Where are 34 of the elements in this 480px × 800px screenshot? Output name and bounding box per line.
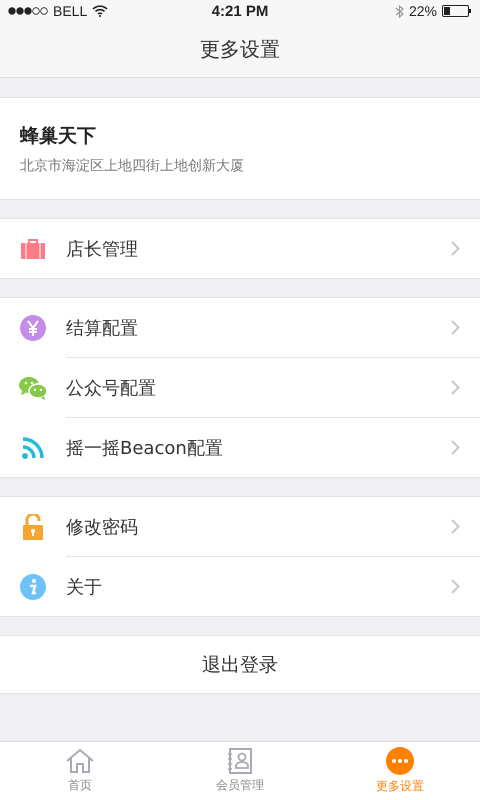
chat-icon <box>19 376 47 400</box>
carrier-name: BELL <box>53 3 88 19</box>
home-icon <box>65 748 95 774</box>
battery-percentage: 22% <box>408 3 437 19</box>
store-address: 北京市海淀区上地四街上地创新大厦 <box>20 156 245 174</box>
bluetooth-icon <box>394 4 404 18</box>
settings-item[interactable]: 公众号配置 <box>66 357 480 417</box>
page-title: 更多设置 <box>200 36 280 63</box>
settings-item[interactable]: 修改密码 <box>0 497 480 556</box>
chevron-icon <box>451 440 460 455</box>
status-time: 4:21 PM <box>212 2 268 20</box>
tab-bar-item[interactable]: 首页 <box>0 742 160 800</box>
logout-button[interactable]: 退出登录 <box>0 635 480 694</box>
tab-bar-item[interactable]: 会员管理 <box>160 742 320 800</box>
contact-book-icon <box>227 748 253 774</box>
settings-item[interactable]: 关于 <box>66 556 480 616</box>
unlocked-padlock-icon <box>22 514 44 540</box>
info-icon <box>20 574 46 600</box>
chevron-icon <box>451 519 460 534</box>
yen-icon <box>20 314 46 340</box>
store-name: 蜂巢天下 <box>20 124 97 148</box>
wifi-icon <box>92 5 108 17</box>
chevron-icon <box>451 579 460 594</box>
battery-icon <box>442 5 472 17</box>
signal-strength-icon <box>8 7 48 15</box>
more-icon <box>386 747 414 775</box>
chevron-icon <box>451 320 460 335</box>
settings-item[interactable]: 店长管理 <box>0 219 480 278</box>
settings-item[interactable]: 摇一摇Beacon配置 <box>66 417 480 477</box>
chevron-icon <box>451 380 460 395</box>
chevron-icon <box>451 241 460 256</box>
settings-item[interactable]: 结算配置 <box>0 298 480 357</box>
bag-icon <box>20 238 46 260</box>
wireless-signal-icon <box>21 436 45 460</box>
